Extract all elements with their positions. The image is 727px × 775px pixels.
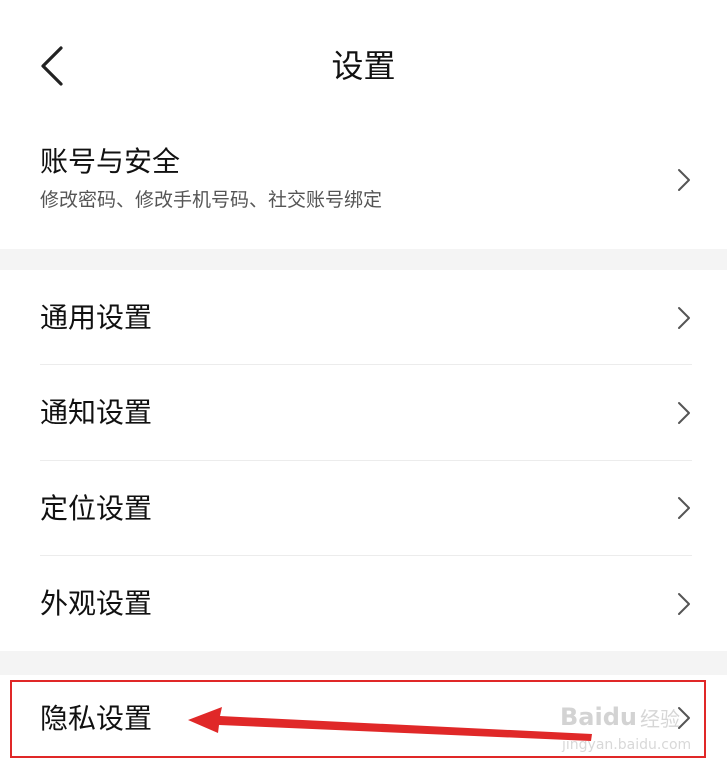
account-security-subtitle: 修改密码、修改手机号码、社交账号绑定 — [40, 189, 383, 211]
settings-item-label: 通知设置 — [40, 396, 153, 429]
page-title: 设置 — [331, 47, 396, 85]
chevron-right-icon — [678, 307, 690, 329]
settings-item-label: 定位设置 — [40, 492, 153, 525]
top-bar: 设置 — [0, 0, 727, 110]
chevron-right-icon — [678, 169, 690, 191]
highlight-box — [10, 680, 706, 758]
account-security-title: 账号与安全 — [40, 145, 181, 178]
settings-item-label: 外观设置 — [40, 587, 153, 620]
section-gap — [0, 651, 727, 675]
chevron-right-icon — [678, 593, 690, 615]
section-gap — [0, 249, 727, 270]
chevron-right-icon — [678, 402, 690, 424]
settings-item-label: 通用设置 — [40, 301, 153, 334]
chevron-right-icon — [678, 497, 690, 519]
